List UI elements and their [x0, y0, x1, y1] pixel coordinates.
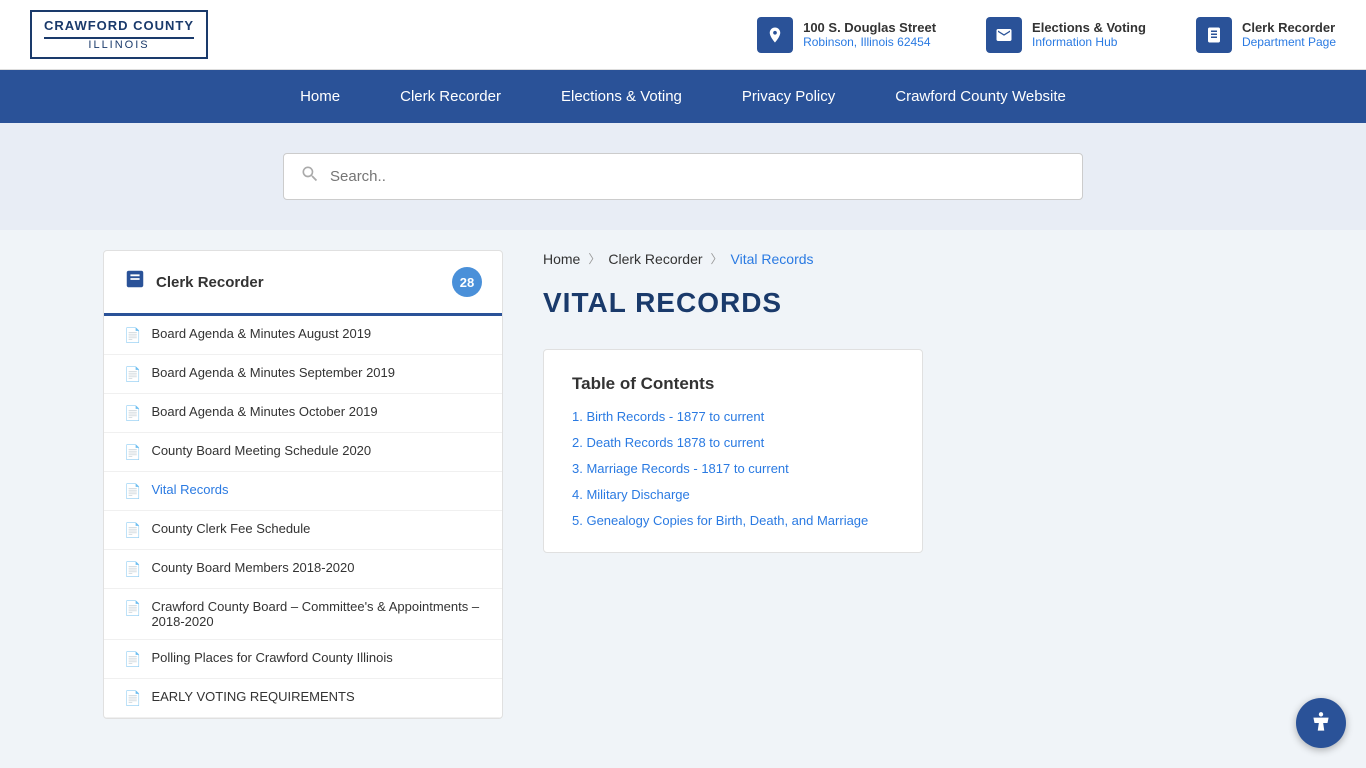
doc-icon: 📄 [124, 690, 141, 707]
clerk-link[interactable]: Clerk Recorder Department Page [1196, 17, 1336, 53]
breadcrumb-current: Vital Records [731, 251, 814, 267]
search-input[interactable] [330, 168, 1066, 185]
sidebar-title: Clerk Recorder [156, 274, 264, 291]
elections-text: Elections & Voting Information Hub [1032, 20, 1146, 49]
breadcrumb-home[interactable]: Home [543, 251, 580, 267]
nav-privacy[interactable]: Privacy Policy [712, 70, 865, 123]
toc-box: Table of Contents 1. Birth Records - 187… [543, 349, 923, 553]
list-item[interactable]: 📄 Board Agenda & Minutes October 2019 [104, 394, 502, 433]
list-item[interactable]: 📄 County Board Meeting Schedule 2020 [104, 433, 502, 472]
toc-title: Table of Contents [572, 374, 894, 394]
search-section [0, 123, 1366, 230]
nav-crawford[interactable]: Crawford County Website [865, 70, 1096, 123]
elections-link[interactable]: Elections & Voting Information Hub [986, 17, 1146, 53]
doc-icon: 📄 [124, 651, 141, 668]
sidebar-header-icon [124, 268, 146, 296]
search-icon [300, 164, 320, 189]
nav-clerk-recorder[interactable]: Clerk Recorder [370, 70, 531, 123]
logo-top: CRAWFORD COUNTY [44, 18, 194, 33]
nav-bar: Home Clerk Recorder Elections & Voting P… [0, 70, 1366, 123]
doc-icon: 📄 [124, 483, 141, 500]
doc-icon: 📄 [124, 561, 141, 578]
doc-icon: 📄 [124, 405, 141, 422]
doc-icon: 📄 [124, 444, 141, 461]
sidebar-item-label: County Board Meeting Schedule 2020 [151, 443, 371, 458]
list-item[interactable]: 📄 County Board Members 2018-2020 [104, 550, 502, 589]
list-item[interactable]: 3. Marriage Records - 1817 to current [572, 460, 894, 476]
list-item[interactable]: 📄 Crawford County Board – Committee's & … [104, 589, 502, 640]
doc-icon: 📄 [124, 366, 141, 383]
sidebar-item-label: Board Agenda & Minutes August 2019 [151, 326, 371, 341]
address-link[interactable]: 100 S. Douglas Street Robinson, Illinois… [757, 17, 936, 53]
sidebar-header: Clerk Recorder 28 [104, 251, 502, 316]
toc-list: 1. Birth Records - 1877 to current 2. De… [572, 408, 894, 528]
sidebar-item-label: Crawford County Board – Committee's & Ap… [151, 599, 482, 629]
clerk-icon [1196, 17, 1232, 53]
list-item[interactable]: 5. Genealogy Copies for Birth, Death, an… [572, 512, 894, 528]
main-content: Clerk Recorder 28 📄 Board Agenda & Minut… [83, 250, 1283, 719]
sidebar-item-label: EARLY VOTING REQUIREMENTS [151, 689, 354, 704]
logo-bottom: ILLINOIS [44, 39, 194, 51]
sidebar-item-label: Board Agenda & Minutes September 2019 [151, 365, 395, 380]
doc-icon: 📄 [124, 327, 141, 344]
list-item[interactable]: 📄 EARLY VOTING REQUIREMENTS [104, 679, 502, 718]
sidebar-header-left: Clerk Recorder [124, 268, 264, 296]
breadcrumb-sep2: 〉 [711, 250, 723, 267]
sidebar: Clerk Recorder 28 📄 Board Agenda & Minut… [103, 250, 503, 719]
toc-link-5[interactable]: 5. Genealogy Copies for Birth, Death, an… [572, 513, 868, 528]
address-text: 100 S. Douglas Street Robinson, Illinois… [803, 20, 936, 49]
address-icon [757, 17, 793, 53]
doc-icon: 📄 [124, 522, 141, 539]
list-item[interactable]: 4. Military Discharge [572, 486, 894, 502]
accessibility-button[interactable] [1296, 698, 1346, 748]
logo: CRAWFORD COUNTY ILLINOIS [30, 10, 208, 59]
header: CRAWFORD COUNTY ILLINOIS 100 S. Douglas … [0, 0, 1366, 70]
search-box [283, 153, 1083, 200]
toc-link-1[interactable]: 1. Birth Records - 1877 to current [572, 409, 764, 424]
toc-link-4[interactable]: 4. Military Discharge [572, 487, 690, 502]
sidebar-item-label: Polling Places for Crawford County Illin… [151, 650, 392, 665]
toc-link-2[interactable]: 2. Death Records 1878 to current [572, 435, 764, 450]
breadcrumb-sep1: 〉 [588, 250, 600, 267]
list-item[interactable]: 2. Death Records 1878 to current [572, 434, 894, 450]
sidebar-item-label: County Clerk Fee Schedule [151, 521, 310, 536]
sidebar-item-label: County Board Members 2018-2020 [151, 560, 354, 575]
header-links: 100 S. Douglas Street Robinson, Illinois… [248, 17, 1336, 53]
list-item[interactable]: 📄 Board Agenda & Minutes September 2019 [104, 355, 502, 394]
nav-elections[interactable]: Elections & Voting [531, 70, 712, 123]
toc-link-3[interactable]: 3. Marriage Records - 1817 to current [572, 461, 789, 476]
list-item[interactable]: 📄 Polling Places for Crawford County Ill… [104, 640, 502, 679]
doc-icon: 📄 [124, 600, 141, 617]
list-item[interactable]: 📄 Board Agenda & Minutes August 2019 [104, 316, 502, 355]
list-item[interactable]: 📄 County Clerk Fee Schedule [104, 511, 502, 550]
page-title: VITAL RECORDS [543, 287, 1263, 319]
content-area: Home 〉 Clerk Recorder 〉 Vital Records VI… [503, 250, 1263, 719]
clerk-text: Clerk Recorder Department Page [1242, 20, 1336, 49]
sidebar-items: 📄 Board Agenda & Minutes August 2019 📄 B… [104, 316, 502, 718]
list-item-active[interactable]: 📄 Vital Records [104, 472, 502, 511]
sidebar-item-label: Vital Records [151, 482, 228, 497]
nav-home[interactable]: Home [270, 70, 370, 123]
sidebar-item-label: Board Agenda & Minutes October 2019 [151, 404, 377, 419]
list-item[interactable]: 1. Birth Records - 1877 to current [572, 408, 894, 424]
breadcrumb-clerk[interactable]: Clerk Recorder [608, 251, 702, 267]
breadcrumb: Home 〉 Clerk Recorder 〉 Vital Records [543, 250, 1263, 267]
sidebar-badge: 28 [452, 267, 482, 297]
elections-icon [986, 17, 1022, 53]
